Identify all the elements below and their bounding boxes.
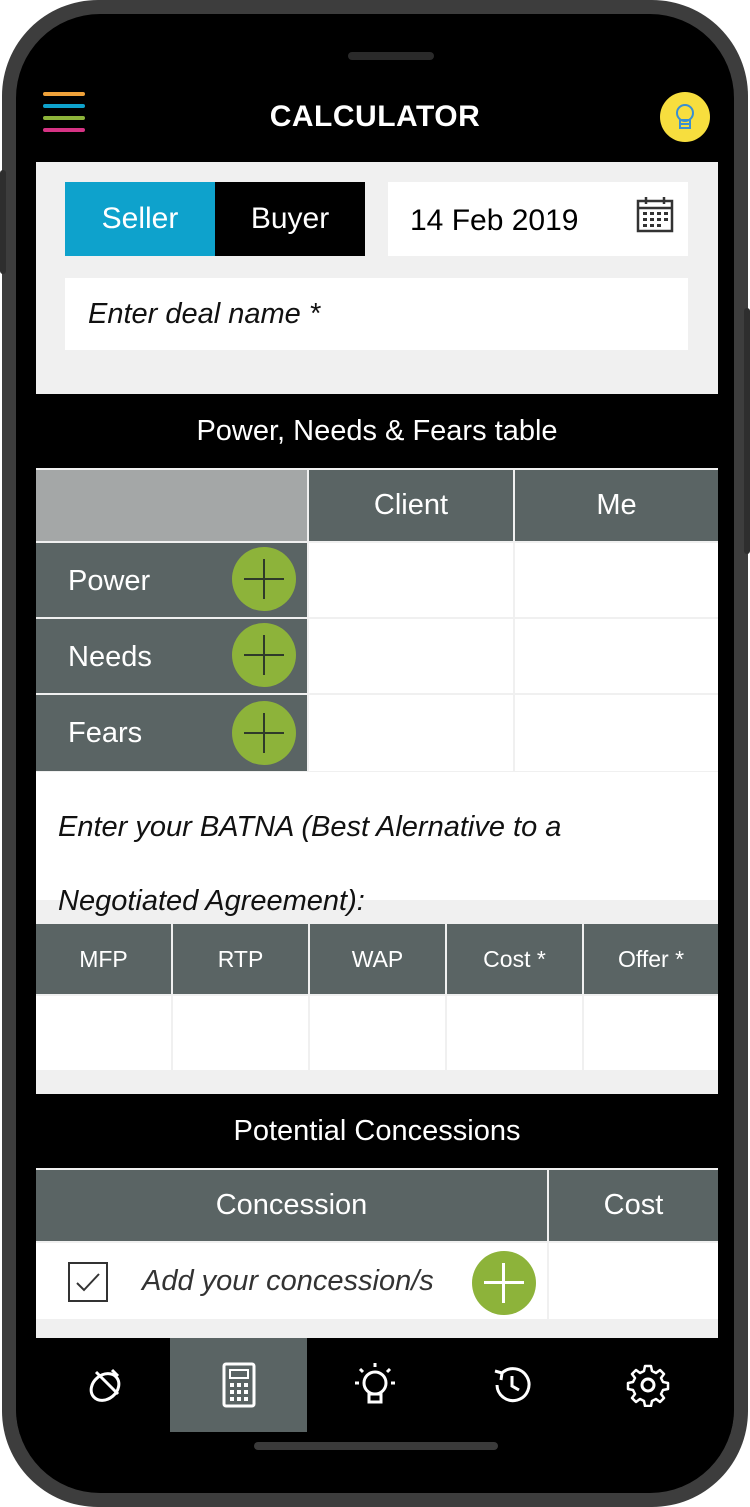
metric-input-rtp[interactable] (173, 996, 308, 1070)
pnf-row-power: Power (36, 543, 307, 617)
add-concession-icon[interactable] (472, 1251, 536, 1315)
deal-name-input[interactable]: Enter deal name * (65, 278, 688, 350)
date-picker[interactable]: 14 Feb 2019 (388, 182, 688, 256)
pnf-row-fears: Fears (36, 695, 307, 771)
history-icon (494, 1367, 530, 1403)
metric-input-cost[interactable] (447, 996, 582, 1070)
pnf-header-me: Me (515, 470, 718, 541)
add-fears-icon[interactable] (232, 701, 296, 765)
add-power-icon[interactable] (232, 547, 296, 611)
lightbulb-icon (354, 1363, 395, 1404)
pnf-table-title: Power, Needs & Fears table (36, 394, 718, 468)
metric-header-mfp: MFP (36, 924, 171, 994)
metric-header-rtp: RTP (173, 924, 308, 994)
screen: CALCULATOR Seller Buyer 14 Feb 2019 Ente… (16, 14, 734, 1493)
date-value: 14 Feb 2019 (410, 204, 579, 237)
concessions-title: Potential Concessions (36, 1094, 718, 1168)
page-title: CALCULATOR (269, 100, 481, 133)
pnf-row-label: Needs (68, 641, 152, 673)
pnf-header-client: Client (309, 470, 513, 541)
pnf-cell-needs-me[interactable] (515, 619, 718, 693)
deal-icon (89, 1368, 120, 1402)
nav-tips-button[interactable] (306, 1338, 443, 1432)
seller-toggle-button[interactable]: Seller (65, 182, 215, 256)
bottom-nav (16, 1338, 734, 1434)
nav-calculator-button[interactable] (170, 1338, 307, 1432)
batna-input[interactable]: Enter your BATNA (Best Alernative to a N… (36, 772, 718, 917)
pnf-row-label: Power (68, 565, 151, 597)
metric-input-wap[interactable] (310, 996, 445, 1070)
calculator-icon (222, 1362, 255, 1408)
pnf-cell-power-me[interactable] (515, 543, 718, 617)
metric-header-offer: Offer * (584, 924, 718, 994)
pnf-row-label: Fears (68, 717, 143, 749)
metric-header-cost: Cost * (447, 924, 582, 994)
pnf-cell-fears-client[interactable] (309, 695, 513, 771)
pnf-corner-cell (36, 470, 307, 541)
metric-input-mfp[interactable] (36, 996, 171, 1070)
concession-cost-cell[interactable] (549, 1243, 718, 1319)
pnf-cell-needs-client[interactable] (309, 619, 513, 693)
pnf-cell-fears-me[interactable] (515, 695, 718, 771)
nav-deal-button[interactable] (36, 1338, 173, 1432)
pnf-cell-power-client[interactable] (309, 543, 513, 617)
buyer-toggle-button[interactable]: Buyer (215, 182, 365, 256)
add-needs-icon[interactable] (232, 623, 296, 687)
nav-settings-button[interactable] (579, 1338, 716, 1432)
calendar-icon[interactable] (636, 196, 674, 234)
top-bar: CALCULATOR (16, 14, 734, 162)
phone-frame: CALCULATOR Seller Buyer 14 Feb 2019 Ente… (0, 0, 750, 1507)
nav-history-button[interactable] (443, 1338, 580, 1432)
concession-checkbox[interactable] (68, 1262, 108, 1302)
metric-input-offer[interactable] (584, 996, 718, 1070)
tips-bulb-icon[interactable] (660, 92, 710, 142)
calculator-content: Seller Buyer 14 Feb 2019 Enter deal name… (36, 162, 718, 1338)
concession-cost-header: Cost (549, 1170, 718, 1241)
side-button-right (744, 308, 750, 554)
concession-header: Concession (36, 1170, 547, 1241)
settings-icon (626, 1364, 669, 1407)
concession-row[interactable]: Add your concession/s (36, 1243, 547, 1319)
home-indicator[interactable] (254, 1442, 498, 1450)
concession-placeholder: Add your concession/s (142, 1265, 434, 1297)
metric-header-wap: WAP (310, 924, 445, 994)
deal-name-placeholder: Enter deal name * (88, 298, 321, 330)
batna-prompt: Enter your BATNA (Best Alernative to a N… (58, 811, 562, 917)
pnf-row-needs: Needs (36, 619, 307, 693)
side-button-left (0, 170, 6, 274)
checkmark-icon (76, 1273, 100, 1292)
